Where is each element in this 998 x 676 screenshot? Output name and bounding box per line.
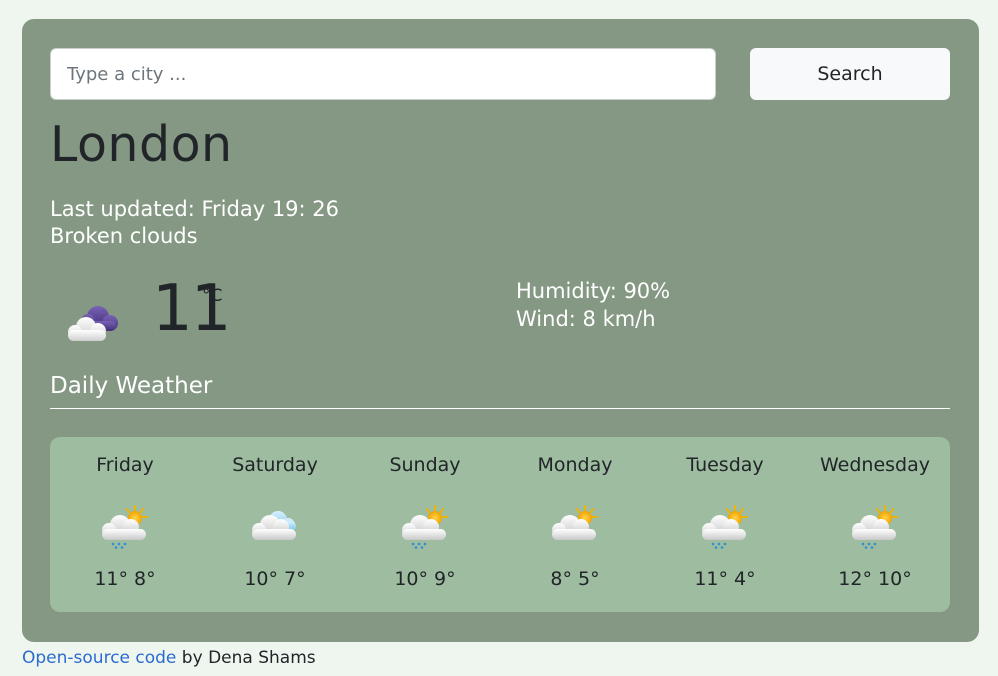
day-temps: 11° 8° bbox=[94, 568, 156, 590]
source-code-link[interactable]: Open-source code bbox=[22, 648, 176, 668]
sun-cloud-rain-icon bbox=[96, 503, 154, 549]
forecast-day: Tuesday 11° 4° bbox=[650, 437, 800, 612]
day-name: Monday bbox=[537, 454, 613, 476]
cloud-icon bbox=[246, 503, 304, 549]
forecast-day: Friday 11° 8° bbox=[50, 437, 200, 612]
day-name: Friday bbox=[96, 454, 154, 476]
temperature-unit: °C bbox=[202, 286, 223, 306]
forecast-day: Saturday 10° 7° bbox=[200, 437, 350, 612]
sun-cloud-rain-icon bbox=[696, 503, 754, 549]
day-name: Saturday bbox=[232, 454, 318, 476]
forecast-day: Monday 8° 5° bbox=[500, 437, 650, 612]
search-input[interactable] bbox=[50, 48, 716, 100]
forecast-day: Sunday 10° 9° bbox=[350, 437, 500, 612]
broken-clouds-icon bbox=[62, 299, 124, 343]
sun-cloud-rain-icon bbox=[846, 503, 904, 549]
day-name: Tuesday bbox=[686, 454, 764, 476]
weather-card: Search London Last updated: Friday 19: 2… bbox=[22, 19, 979, 642]
day-temps: 10° 9° bbox=[394, 568, 456, 590]
wind: Wind: 8 km/h bbox=[516, 307, 656, 331]
day-name: Sunday bbox=[389, 454, 461, 476]
sun-cloud-icon bbox=[546, 503, 604, 549]
last-updated: Last updated: Friday 19: 26 bbox=[50, 197, 340, 221]
forecast-day: Wednesday 12° 10° bbox=[800, 437, 950, 612]
day-temps: 8° 5° bbox=[550, 568, 600, 590]
day-name: Wednesday bbox=[819, 454, 930, 476]
footer-author: by Dena Shams bbox=[176, 648, 316, 668]
divider bbox=[50, 408, 950, 409]
day-temps: 10° 7° bbox=[244, 568, 306, 590]
day-temps: 11° 4° bbox=[694, 568, 756, 590]
search-button[interactable]: Search bbox=[750, 48, 950, 100]
daily-weather-title: Daily Weather bbox=[50, 373, 213, 399]
sun-cloud-rain-icon bbox=[396, 503, 454, 549]
weather-description: Broken clouds bbox=[50, 224, 198, 248]
city-name: London bbox=[50, 116, 233, 173]
footer: Open-source code by Dena Shams bbox=[22, 648, 316, 668]
humidity: Humidity: 90% bbox=[516, 279, 671, 303]
day-temps: 12° 10° bbox=[838, 568, 912, 590]
forecast-panel: Friday 11° 8° Saturday 10° 7° Sunday 10°… bbox=[50, 437, 950, 612]
